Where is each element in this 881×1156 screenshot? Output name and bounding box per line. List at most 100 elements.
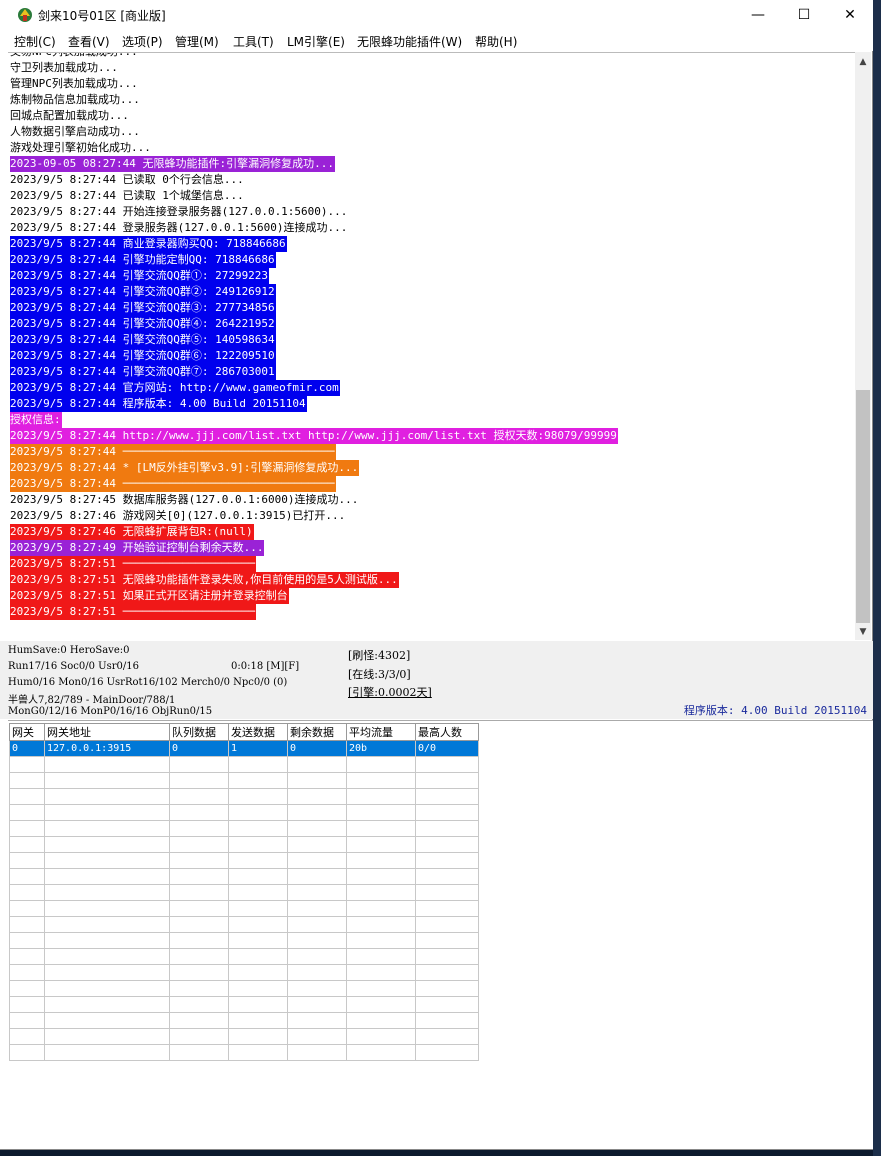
log-line: 2023/9/5 8:27:44 ───────────────────────… — [10, 476, 336, 492]
table-cell — [287, 788, 347, 805]
log-scrollbar[interactable]: ▲ ▼ — [855, 52, 871, 640]
table-cell — [169, 836, 229, 853]
table-cell — [346, 916, 416, 933]
log-line: 2023/9/5 8:27:51 如果正式开区请注册并登录控制台 — [10, 588, 289, 604]
menu-lm-engine[interactable]: LM引擎(E) — [287, 33, 345, 50]
table-row[interactable] — [9, 884, 479, 901]
table-cell — [346, 1044, 416, 1061]
desktop-background — [873, 0, 881, 1156]
table-cell — [169, 916, 229, 933]
table-row[interactable] — [9, 964, 479, 981]
table-cell — [44, 916, 170, 933]
table-cell — [346, 932, 416, 949]
table-cell — [169, 1028, 229, 1045]
log-line: 授权信息: — [10, 412, 62, 428]
menu-view[interactable]: 查看(V) — [68, 33, 110, 50]
table-cell — [169, 1012, 229, 1029]
table-cell — [287, 804, 347, 821]
menu-control[interactable]: 控制(C) — [14, 33, 56, 50]
table-cell — [415, 756, 479, 773]
table-cell — [44, 884, 170, 901]
table-cell — [228, 980, 288, 997]
column-header[interactable]: 平均流量 — [346, 723, 416, 741]
table-cell — [44, 788, 170, 805]
table-cell — [346, 1012, 416, 1029]
table-row[interactable] — [9, 932, 479, 949]
column-header[interactable]: 网关地址 — [44, 723, 170, 741]
menu-tools[interactable]: 工具(T) — [233, 33, 274, 50]
column-header[interactable]: 队列数据 — [169, 723, 229, 741]
scroll-thumb[interactable] — [856, 390, 870, 623]
table-row[interactable] — [9, 980, 479, 997]
table-cell — [9, 1012, 45, 1029]
table-cell — [9, 788, 45, 805]
table-row[interactable] — [9, 1044, 479, 1061]
table-row[interactable] — [9, 836, 479, 853]
column-header[interactable]: 网关 — [9, 723, 45, 741]
table-cell — [44, 1044, 170, 1061]
table-cell — [228, 884, 288, 901]
title-bar[interactable]: 剑来10号01区 [商业版] — ☐ ✕ — [0, 0, 873, 30]
table-row[interactable] — [9, 820, 479, 837]
table-cell — [169, 996, 229, 1013]
column-header[interactable]: 最高人数 — [415, 723, 479, 741]
log-line: 2023/9/5 8:27:44 引擎交流QQ群②: 249126912 — [10, 284, 276, 300]
table-cell — [346, 756, 416, 773]
table-cell — [169, 884, 229, 901]
menu-plugin[interactable]: 无限蜂功能插件(W) — [357, 33, 462, 50]
status-hum: Hum0/16 Mon0/16 UsrRot16/102 Merch0/0 Np… — [8, 677, 288, 688]
main-window: 剑来10号01区 [商业版] — ☐ ✕ 控制(C) 查看(V) 选项(P) 管… — [0, 0, 873, 1150]
table-cell — [415, 1028, 479, 1045]
table-cell — [9, 772, 45, 789]
table-row[interactable] — [9, 804, 479, 821]
log-line: 炼制物品信息加载成功... — [10, 93, 140, 106]
status-online: [在线:3/3/0] — [348, 668, 411, 681]
table-cell — [287, 980, 347, 997]
table-cell — [228, 996, 288, 1013]
table-cell — [228, 1012, 288, 1029]
menu-options[interactable]: 选项(P) — [122, 33, 163, 50]
table-row[interactable] — [9, 788, 479, 805]
table-row[interactable] — [9, 1028, 479, 1045]
table-cell — [169, 756, 229, 773]
close-button[interactable]: ✕ — [827, 0, 873, 30]
table-row[interactable] — [9, 852, 479, 869]
table-cell — [287, 916, 347, 933]
table-row[interactable] — [9, 756, 479, 773]
log-line: 2023/9/5 8:27:44 官方网站: http://www.gameof… — [10, 380, 340, 396]
maximize-button[interactable]: ☐ — [781, 0, 827, 30]
minimize-button[interactable]: — — [735, 0, 781, 30]
table-row[interactable] — [9, 996, 479, 1013]
table-row[interactable] — [9, 1012, 479, 1029]
table-cell — [9, 964, 45, 981]
table-row[interactable] — [9, 900, 479, 917]
table-cell — [287, 948, 347, 965]
scroll-up-arrow-icon[interactable]: ▲ — [855, 54, 871, 70]
table-cell — [44, 852, 170, 869]
table-cell — [415, 900, 479, 917]
table-cell — [169, 900, 229, 917]
log-line: 2023/9/5 8:27:44 开始连接登录服务器(127.0.0.1:560… — [10, 205, 348, 218]
menu-manage[interactable]: 管理(M) — [175, 33, 219, 50]
table-row[interactable] — [9, 868, 479, 885]
status-hum-save: HumSave:0 HeroSave:0 — [8, 645, 130, 656]
log-line: 2023/9/5 8:27:44 ───────────────────────… — [10, 444, 336, 460]
log-line: 2023/9/5 8:27:44 http://www.jjj.com/list… — [10, 428, 618, 444]
table-row[interactable] — [9, 948, 479, 965]
table-cell — [346, 820, 416, 837]
log-line: 2023/9/5 8:27:49 开始验证控制台剩余天数... — [10, 540, 265, 556]
table-cell — [44, 804, 170, 821]
log-line: 交易NPC列表加载成功... — [10, 53, 139, 60]
column-header[interactable]: 剩余数据 — [287, 723, 347, 741]
scroll-down-arrow-icon[interactable]: ▼ — [855, 624, 871, 640]
table-cell — [228, 836, 288, 853]
table-row[interactable]: 0 127.0.0.1:3915 0 1 0 20b 0/0 — [9, 740, 479, 757]
table-cell — [287, 836, 347, 853]
table-row[interactable] — [9, 772, 479, 789]
table-cell — [44, 836, 170, 853]
menu-help[interactable]: 帮助(H) — [475, 33, 517, 50]
log-panel[interactable]: 交易NPC列表加载成功...守卫列表加载成功... 管理NPC列表加载成功... 炼… — [8, 52, 855, 641]
table-cell — [415, 868, 479, 885]
table-row[interactable] — [9, 916, 479, 933]
column-header[interactable]: 发送数据 — [228, 723, 288, 741]
